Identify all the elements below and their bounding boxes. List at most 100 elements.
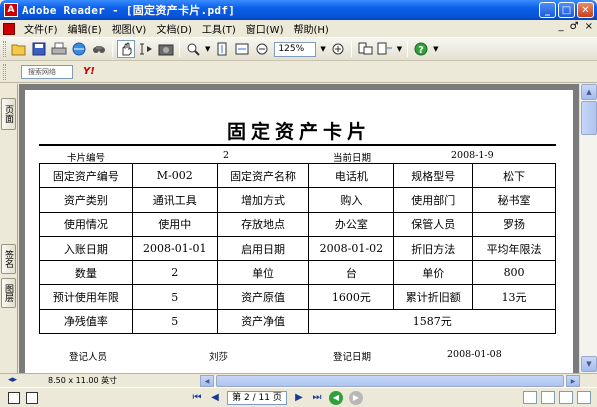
table-cell: 使用部门	[393, 187, 474, 213]
asset-table: 固定资产编号 M-002 固定资产名称 电话机 规格型号 松下 资产类别 通讯工…	[39, 162, 556, 335]
table-row: 资产类别 通讯工具 增加方式 购入 使用部门 秘书室	[39, 187, 556, 213]
next-page-icon[interactable]: ▶	[291, 391, 307, 405]
last-page-icon[interactable]: ⏭	[309, 391, 325, 405]
actual-size-icon[interactable]	[213, 40, 231, 58]
date-value: 2008-1-9	[451, 150, 494, 161]
table-cell: 1587元	[308, 308, 556, 335]
email-icon[interactable]	[70, 40, 88, 58]
table-cell: 使用中	[131, 211, 218, 237]
table-cell: 资产类别	[39, 187, 133, 213]
title-underline	[39, 144, 556, 146]
document-window-controls: _ ♂ ×	[559, 21, 593, 32]
horizontal-scrollbar[interactable]: ◀ ▶	[200, 375, 580, 387]
menu-edit[interactable]: 编辑(E)	[63, 21, 107, 36]
facing-page-icon[interactable]	[559, 391, 573, 404]
document-view[interactable]: 固定资产卡片 卡片编号 2 当前日期 2008-1-9 固定资产编号 M-002…	[19, 84, 579, 373]
hand-tool-icon[interactable]	[117, 40, 135, 58]
toolbar-grip[interactable]	[3, 41, 6, 57]
select-text-icon[interactable]	[137, 40, 155, 58]
menu-tools[interactable]: 工具(T)	[197, 21, 241, 36]
window-controls: _ □ ✕	[539, 2, 594, 18]
reg-date-value: 2008-01-08	[447, 349, 502, 360]
menu-view[interactable]: 视图(V)	[107, 21, 152, 36]
zoom-dropdown-icon[interactable]: ▼	[320, 45, 325, 53]
adobe-reader-window: A Adobe Reader - [固定资产卡片.pdf] _ □ ✕ 文件(F…	[0, 0, 597, 407]
next-view-icon[interactable]: ▶	[349, 390, 363, 405]
expand-panel-icon[interactable]: ◂▸	[8, 375, 17, 385]
table-cell: 固定资产编号	[39, 162, 133, 189]
zoom-in-tool-icon[interactable]	[184, 40, 202, 58]
adobe-logo-icon: A	[4, 3, 18, 17]
table-cell: 2008-01-01	[131, 235, 218, 262]
continuous-page-icon[interactable]	[541, 391, 555, 404]
page-navigation: ⏮ ◀ 第 2 / 11 页 ▶ ⏭ ◀ ▶	[188, 390, 366, 405]
previous-page-icon[interactable]: ◀	[207, 391, 223, 405]
scroll-right-icon[interactable]: ▶	[566, 375, 580, 387]
menu-help[interactable]: 帮助(H)	[288, 21, 333, 36]
print-icon[interactable]	[50, 40, 68, 58]
yahoo-logo-icon[interactable]: Y!	[83, 66, 95, 77]
table-cell: 启用日期	[216, 235, 310, 262]
page-layout-buttons	[523, 391, 591, 404]
vertical-scroll-thumb[interactable]	[581, 101, 597, 135]
page-layout-dropdown-icon[interactable]: ▼	[397, 45, 402, 53]
previous-view-icon[interactable]: ◀	[329, 390, 343, 405]
menu-document[interactable]: 文档(D)	[151, 21, 197, 36]
tab-signatures[interactable]: 签名	[1, 244, 16, 274]
single-page-icon[interactable]	[523, 391, 537, 404]
zoom-in-icon[interactable]	[329, 40, 347, 58]
web-search-input[interactable]: 搜索网络	[21, 64, 73, 79]
toolbar-separator	[179, 41, 180, 57]
tab-layers[interactable]: 图层	[1, 278, 16, 308]
open-icon[interactable]	[10, 40, 28, 58]
table-cell: 单位	[216, 260, 310, 286]
table-cell: 累计折旧额	[393, 284, 474, 310]
zoom-out-icon[interactable]	[253, 40, 271, 58]
fit-width-icon[interactable]	[233, 40, 251, 58]
doc-close-button[interactable]: ×	[585, 21, 593, 32]
navigation-panel: 页面 签名 图层	[0, 84, 18, 373]
scroll-down-icon[interactable]: ▼	[581, 356, 597, 372]
zoom-level-input[interactable]: 125%	[274, 41, 317, 57]
search-toolbar-grip[interactable]	[3, 63, 6, 80]
page-number-input[interactable]: 第 2 / 11 页	[227, 390, 287, 405]
scroll-up-icon[interactable]: ▲	[581, 84, 597, 100]
vertical-scrollbar[interactable]: ▲ ▼	[579, 84, 597, 373]
menu-window[interactable]: 窗口(W)	[241, 21, 289, 36]
snapshot-icon[interactable]	[157, 40, 175, 58]
table-cell: 通讯工具	[131, 187, 218, 213]
first-page-icon[interactable]: ⏮	[189, 391, 205, 405]
horizontal-scroll-thumb[interactable]	[216, 375, 564, 387]
table-cell: 规格型号	[393, 162, 474, 189]
doc-restore-button[interactable]: ♂	[570, 21, 579, 32]
zoom-tool-dropdown-icon[interactable]: ▼	[205, 45, 210, 53]
menu-file[interactable]: 文件(F)	[19, 21, 63, 36]
minimize-button[interactable]: _	[539, 2, 556, 18]
table-cell: 固定资产名称	[216, 162, 310, 189]
table-cell: 5	[131, 284, 218, 310]
tab-pages[interactable]: 页面	[1, 98, 16, 130]
page-layout-icon[interactable]	[376, 40, 394, 58]
help-icon[interactable]: ?	[412, 40, 430, 58]
scroll-left-icon[interactable]: ◀	[200, 375, 214, 387]
rotate-icon[interactable]	[356, 40, 374, 58]
page-view-icon[interactable]	[8, 391, 20, 404]
table-cell: 购入	[308, 187, 395, 213]
table-cell: 增加方式	[216, 187, 310, 213]
main-toolbar: ▼ 125% ▼ ▼ ? ▼	[0, 37, 597, 61]
document-icon[interactable]	[3, 22, 15, 35]
maximize-button[interactable]: □	[558, 2, 575, 18]
help-dropdown-icon[interactable]: ▼	[433, 45, 438, 53]
card-header-row: 卡片编号 2 当前日期 2008-1-9	[39, 150, 556, 164]
continuous-facing-icon[interactable]	[577, 391, 591, 404]
continuous-view-icon[interactable]	[26, 391, 38, 404]
find-icon[interactable]	[90, 40, 108, 58]
table-row: 使用情况 使用中 存放地点 办公室 保管人员 罗扬	[39, 211, 556, 237]
table-cell: 2	[131, 260, 218, 286]
table-cell: 使用情况	[39, 211, 133, 237]
doc-minimize-button[interactable]: _	[559, 21, 564, 32]
toolbar-separator	[407, 41, 409, 57]
save-icon[interactable]	[30, 40, 48, 58]
close-button[interactable]: ✕	[577, 2, 594, 18]
table-row: 固定资产编号 M-002 固定资产名称 电话机 规格型号 松下	[39, 162, 556, 189]
